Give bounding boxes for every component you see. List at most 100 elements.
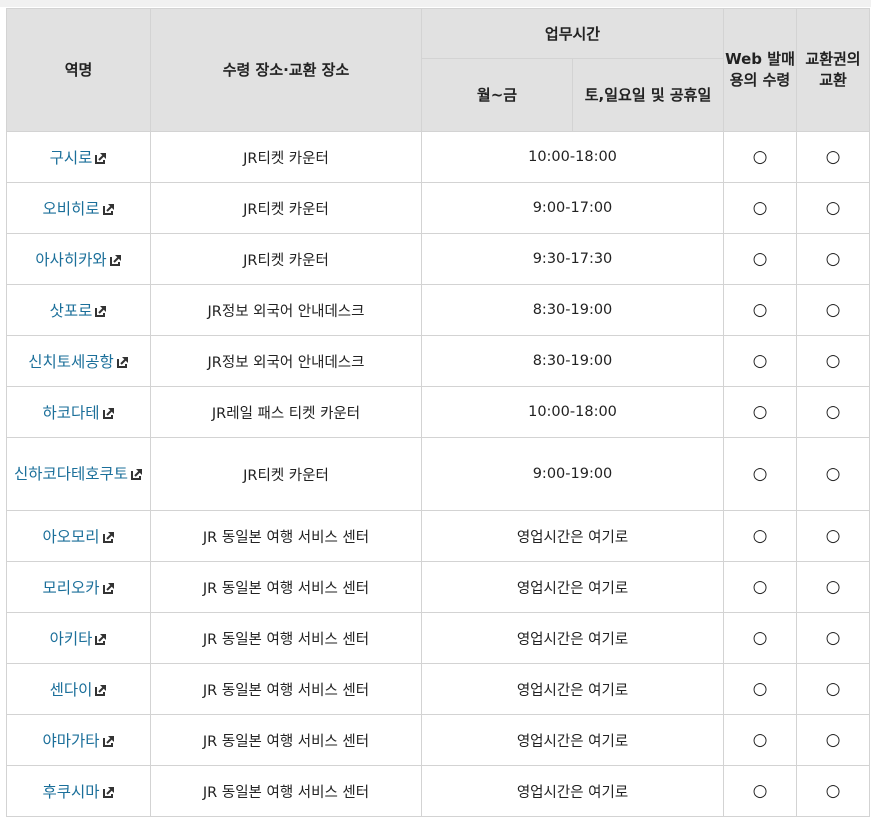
- circle-mark-icon: ○: [825, 628, 841, 648]
- location-cell: JR티켓 카운터: [150, 233, 422, 285]
- location-cell: JR 동일본 여행 서비스 센터: [150, 612, 422, 664]
- web-pickup-cell: ○: [723, 561, 797, 613]
- table-row: 아오모리 JR 동일본 여행 서비스 센터 영업시간은 여기로 ○ ○: [6, 510, 870, 562]
- web-pickup-cell: ○: [723, 386, 797, 438]
- station-name: 모리오카: [42, 579, 100, 597]
- station-link[interactable]: 신치토세공항: [28, 353, 129, 371]
- voucher-exchange-cell: ○: [796, 335, 870, 387]
- location-cell: JR 동일본 여행 서비스 센터: [150, 561, 422, 613]
- station-name: 하코다테: [42, 404, 100, 422]
- station-name: 구시로: [49, 149, 93, 167]
- table-row: 하코다테 JR레일 패스 티켓 카운터 10:00-18:00 ○ ○: [6, 386, 870, 438]
- web-pickup-cell: ○: [723, 182, 797, 234]
- web-pickup-cell: ○: [723, 131, 797, 183]
- hours-cell: 9:00-17:00: [421, 182, 724, 234]
- external-link-icon: [116, 354, 129, 368]
- voucher-exchange-cell: ○: [796, 510, 870, 562]
- voucher-exchange-cell: ○: [796, 386, 870, 438]
- table-row: 아키타 JR 동일본 여행 서비스 센터 영업시간은 여기로 ○ ○: [6, 612, 870, 664]
- external-link-icon: [102, 733, 115, 747]
- station-cell: 아오모리: [6, 510, 151, 562]
- external-link-icon: [102, 784, 115, 798]
- station-link[interactable]: 아키타: [50, 630, 108, 648]
- station-link[interactable]: 하코다테: [42, 404, 114, 422]
- station-link[interactable]: 아오모리: [42, 528, 114, 546]
- station-cell: 아사히카와: [6, 233, 151, 285]
- location-cell: JR 동일본 여행 서비스 센터: [150, 510, 422, 562]
- header-web-pickup: Web 발매용의 수령: [723, 8, 797, 132]
- station-cell: 하코다테: [6, 386, 151, 438]
- voucher-exchange-cell: ○: [796, 182, 870, 234]
- hours-cell: 영업시간은 여기로: [421, 612, 724, 664]
- circle-mark-icon: ○: [825, 679, 841, 699]
- circle-mark-icon: ○: [752, 351, 768, 371]
- station-link[interactable]: 신하코다테호쿠토: [14, 465, 143, 483]
- voucher-exchange-cell: ○: [796, 131, 870, 183]
- location-cell: JR정보 외국어 안내데스크: [150, 335, 422, 387]
- circle-mark-icon: ○: [825, 464, 841, 484]
- hours-cell: 10:00-18:00: [421, 386, 724, 438]
- web-pickup-cell: ○: [723, 765, 797, 817]
- circle-mark-icon: ○: [752, 402, 768, 422]
- table-row: 센다이 JR 동일본 여행 서비스 센터 영업시간은 여기로 ○ ○: [6, 663, 870, 715]
- voucher-exchange-cell: ○: [796, 437, 870, 511]
- station-link[interactable]: 구시로: [50, 149, 108, 167]
- hours-cell: 영업시간은 여기로: [421, 663, 724, 715]
- circle-mark-icon: ○: [825, 781, 841, 801]
- circle-mark-icon: ○: [752, 781, 768, 801]
- station-cell: 신치토세공항: [6, 335, 151, 387]
- station-link[interactable]: 삿포로: [50, 302, 108, 320]
- station-name: 야마가타: [42, 732, 100, 750]
- circle-mark-icon: ○: [752, 628, 768, 648]
- station-name: 신하코다테호쿠토: [13, 465, 129, 483]
- circle-mark-icon: ○: [825, 402, 841, 422]
- table-row: 신하코다테호쿠토 JR티켓 카운터 9:00-19:00 ○ ○: [6, 437, 870, 511]
- hours-cell: 8:30-19:00: [421, 284, 724, 336]
- voucher-exchange-cell: ○: [796, 561, 870, 613]
- station-link[interactable]: 모리오카: [42, 579, 114, 597]
- web-pickup-cell: ○: [723, 663, 797, 715]
- web-pickup-cell: ○: [723, 714, 797, 766]
- station-name: 센다이: [49, 681, 93, 699]
- voucher-exchange-cell: ○: [796, 284, 870, 336]
- location-cell: JR티켓 카운터: [150, 437, 422, 511]
- circle-mark-icon: ○: [825, 147, 841, 167]
- station-link[interactable]: 야마가타: [42, 732, 114, 750]
- station-name: 아사히카와: [35, 251, 107, 269]
- web-pickup-cell: ○: [723, 233, 797, 285]
- circle-mark-icon: ○: [752, 147, 768, 167]
- station-name: 아오모리: [42, 528, 100, 546]
- pickup-locations-table: 역명 수령 장소·교환 장소 업무시간 Web 발매용의 수령 교환권의 교환 …: [6, 8, 870, 817]
- external-link-icon: [95, 303, 107, 317]
- web-pickup-cell: ○: [723, 284, 797, 336]
- station-link[interactable]: 후쿠시마: [42, 783, 114, 801]
- table-header: 역명 수령 장소·교환 장소 업무시간 Web 발매용의 수령 교환권의 교환 …: [6, 8, 870, 132]
- table-row: 신치토세공항 JR정보 외국어 안내데스크 8:30-19:00 ○ ○: [6, 335, 870, 387]
- hours-cell: 9:30-17:30: [421, 233, 724, 285]
- external-link-icon: [95, 150, 107, 164]
- station-link[interactable]: 센다이: [50, 681, 108, 699]
- circle-mark-icon: ○: [752, 464, 768, 484]
- location-cell: JR 동일본 여행 서비스 센터: [150, 714, 422, 766]
- web-pickup-cell: ○: [723, 612, 797, 664]
- external-link-icon: [95, 682, 107, 696]
- voucher-exchange-cell: ○: [796, 612, 870, 664]
- circle-mark-icon: ○: [752, 577, 768, 597]
- hours-cell: 영업시간은 여기로: [421, 765, 724, 817]
- voucher-exchange-cell: ○: [796, 765, 870, 817]
- station-cell: 신하코다테호쿠토: [6, 437, 151, 511]
- hours-cell: 8:30-19:00: [421, 335, 724, 387]
- table-row: 오비히로 JR티켓 카운터 9:00-17:00 ○ ○: [6, 182, 870, 234]
- circle-mark-icon: ○: [825, 730, 841, 750]
- station-name: 신치토세공항: [28, 353, 114, 371]
- station-link[interactable]: 아사히카와: [35, 251, 121, 269]
- table-row: 후쿠시마 JR 동일본 여행 서비스 센터 영업시간은 여기로 ○ ○: [6, 765, 870, 817]
- circle-mark-icon: ○: [752, 300, 768, 320]
- location-cell: JR 동일본 여행 서비스 센터: [150, 663, 422, 715]
- station-link[interactable]: 오비히로: [42, 200, 114, 218]
- station-cell: 오비히로: [6, 182, 151, 234]
- station-cell: 야마가타: [6, 714, 151, 766]
- external-link-icon: [109, 252, 122, 266]
- table-row: 삿포로 JR정보 외국어 안내데스크 8:30-19:00 ○ ○: [6, 284, 870, 336]
- circle-mark-icon: ○: [752, 526, 768, 546]
